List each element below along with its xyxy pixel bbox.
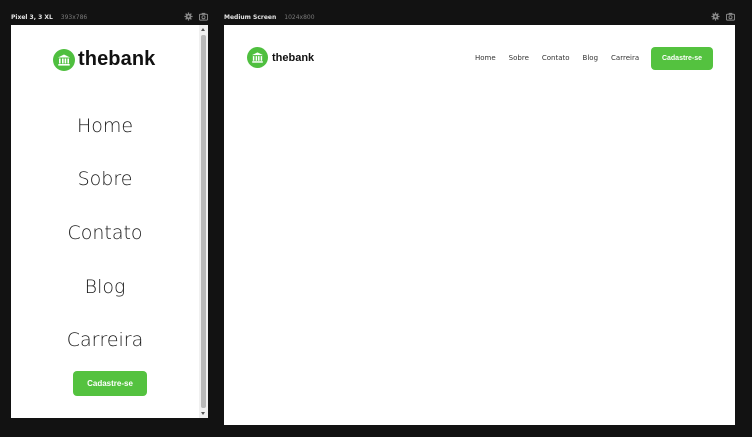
desktop-frame-tools: [711, 12, 735, 21]
brand-name: thebank: [78, 48, 156, 70]
desktop-frame-title: Medium Screen: [224, 13, 277, 21]
mobile-frame-title: Pixel 3, 3 XL: [11, 13, 53, 21]
scroll-up-icon[interactable]: [201, 28, 205, 31]
nav-item-blog[interactable]: Blog: [11, 260, 199, 314]
bank-icon: [247, 47, 268, 68]
nav-item-home[interactable]: Home: [475, 53, 496, 63]
desktop-frame-header: Medium Screen 1024x800: [224, 10, 735, 24]
brand-logo[interactable]: thebank: [247, 47, 314, 68]
nav-item-carreira[interactable]: Carreira: [611, 53, 639, 63]
signup-button[interactable]: Cadastre-se: [651, 47, 713, 70]
nav-item-contato[interactable]: Contato: [11, 206, 199, 260]
gear-icon[interactable]: [711, 12, 720, 21]
mobile-frame-header: Pixel 3, 3 XL 393x786: [11, 10, 208, 24]
signup-button[interactable]: Cadastre-se: [73, 371, 147, 396]
mobile-frame-dimensions: 393x786: [60, 13, 88, 21]
nav-item-contato[interactable]: Contato: [542, 53, 570, 63]
scrollbar-thumb[interactable]: [201, 35, 206, 408]
desktop-frame-dimensions: 1024x800: [284, 13, 315, 21]
camera-icon[interactable]: [199, 12, 208, 21]
scroll-down-icon[interactable]: [201, 412, 205, 415]
desktop-nav: Home Sobre Contato Blog Carreira: [475, 53, 652, 63]
gear-icon[interactable]: [184, 12, 193, 21]
brand-logo[interactable]: thebank: [53, 48, 155, 71]
mobile-preview: thebank Home Sobre Contato Blog Carreira…: [11, 25, 208, 418]
mobile-nav: Home Sobre Contato Blog Carreira: [11, 99, 199, 367]
camera-icon[interactable]: [726, 12, 735, 21]
nav-item-sobre[interactable]: Sobre: [11, 153, 199, 207]
vertical-scrollbar[interactable]: [199, 25, 208, 418]
bank-icon: [53, 48, 75, 71]
desktop-preview: thebank Home Sobre Contato Blog Carreira…: [224, 25, 735, 425]
nav-item-home[interactable]: Home: [11, 99, 199, 153]
nav-item-carreira[interactable]: Carreira: [11, 313, 199, 367]
brand-name: thebank: [272, 51, 315, 64]
nav-item-blog[interactable]: Blog: [583, 53, 598, 63]
mobile-frame-tools: [184, 12, 208, 21]
nav-item-sobre[interactable]: Sobre: [509, 53, 529, 63]
